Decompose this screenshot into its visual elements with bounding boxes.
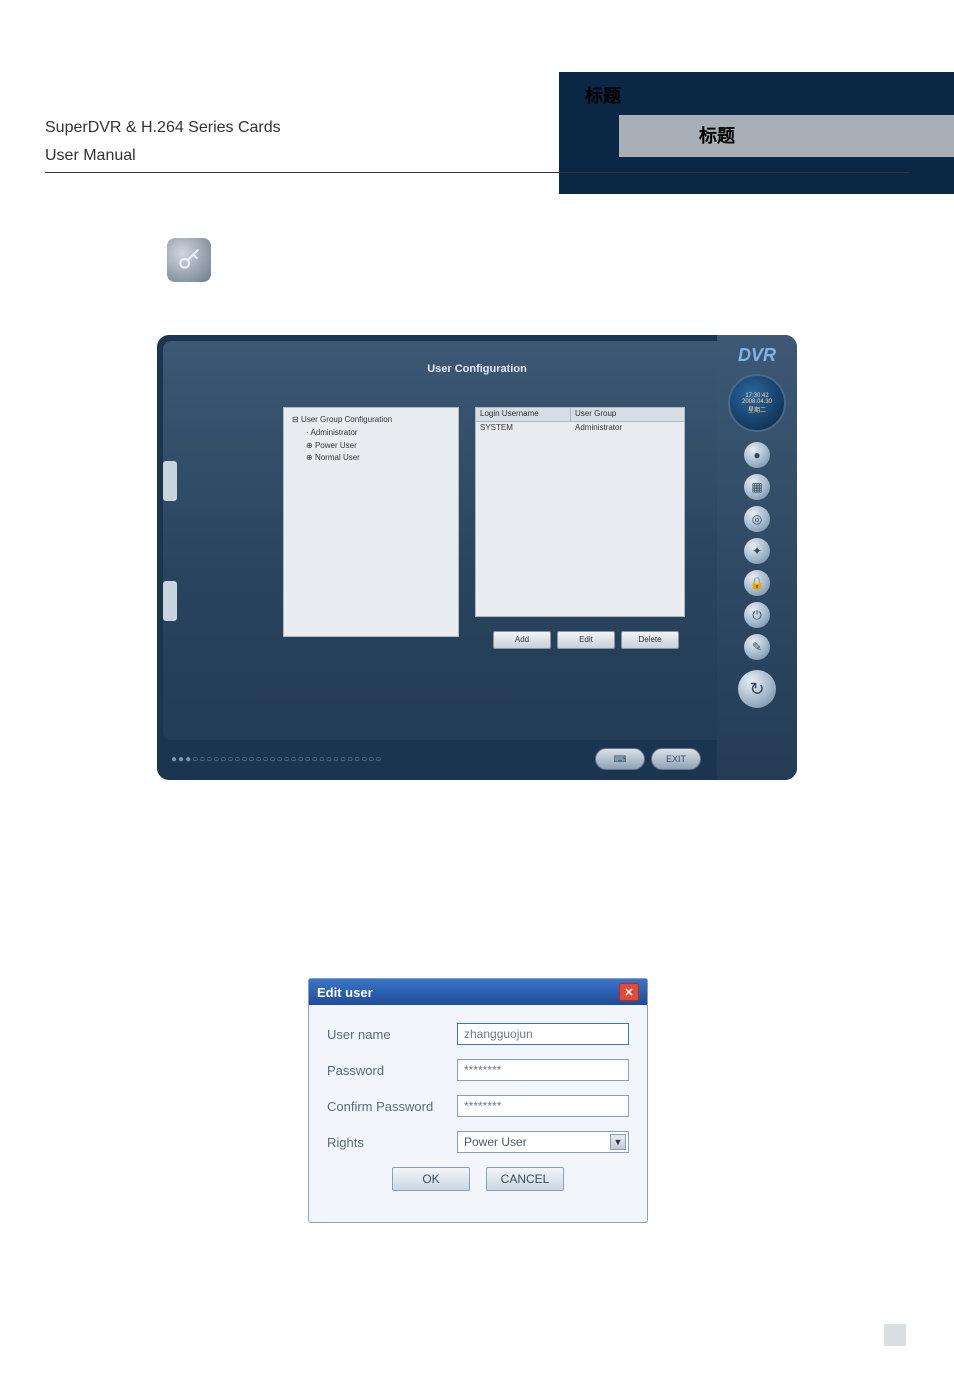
table-header-group[interactable]: User Group (571, 408, 684, 421)
label-password: Password (327, 1063, 457, 1078)
close-icon: ✕ (624, 986, 633, 999)
panel-title: User Configuration (163, 363, 791, 375)
power-icon[interactable]: ⏻ (744, 602, 770, 628)
dialog-titlebar[interactable]: Edit user ✕ (309, 979, 647, 1005)
label-confirm-password: Confirm Password (327, 1099, 457, 1114)
keyboard-icon: ⌨ (614, 754, 627, 765)
edit-user-dialog: Edit user ✕ User name zhangguojun Passwo… (308, 978, 648, 1223)
label-rights: Rights (327, 1135, 457, 1150)
tree-item-label: Administrator (310, 428, 357, 437)
row-username: User name zhangguojun (327, 1023, 629, 1045)
cancel-button[interactable]: CANCEL (486, 1167, 564, 1191)
user-config-window: User Configuration ⊟ User Group Configur… (157, 335, 797, 780)
tree-item-normal[interactable]: ⊕ Normal User (292, 452, 450, 465)
right-control-strip: DVR 17:30:42 2008.04.30 星期二 ● ▦ ◎ ✦ 🔒 ⏻ … (717, 335, 797, 780)
playback-icon[interactable]: ▦ (744, 474, 770, 500)
dvr-logo: DVR (738, 345, 776, 366)
page-number-placeholder (884, 1324, 906, 1346)
dialog-title: Edit user (317, 985, 373, 1000)
dialog-body: User name zhangguojun Password ******** … (309, 1005, 647, 1199)
close-button[interactable]: ✕ (619, 983, 639, 1001)
confirm-value: ******** (464, 1099, 501, 1113)
bottom-button-group: ⌨ EXIT (595, 748, 701, 770)
header-light-bar (619, 115, 954, 157)
header-placeholder-2: 标题 (699, 122, 735, 148)
tool-icon[interactable]: ✎ (744, 634, 770, 660)
user-config-body: User Configuration ⊟ User Group Configur… (163, 341, 791, 740)
header-placeholder-1: 标题 (585, 82, 621, 108)
table-row[interactable]: SYSTEM Administrator (476, 422, 684, 436)
password-input[interactable]: ******** (457, 1059, 629, 1081)
ok-button[interactable]: OK (392, 1167, 470, 1191)
row-password: Password ******** (327, 1059, 629, 1081)
username-input[interactable]: zhangguojun (457, 1023, 629, 1045)
confirm-password-input[interactable]: ******** (457, 1095, 629, 1117)
channel-indicator-dots: ●●●○○○○○○○○○○○○○○○○○○○○○○○○○○○ (171, 754, 382, 765)
tree-item-power[interactable]: ⊕ Power User (292, 440, 450, 453)
user-group-tree[interactable]: ⊟ User Group Configuration · Administrat… (283, 407, 459, 637)
config-icon[interactable]: ◎ (744, 506, 770, 532)
bottom-bar: ●●●○○○○○○○○○○○○○○○○○○○○○○○○○○○ ⌨ EXIT (163, 744, 709, 774)
user-table: Login Username User Group SYSTEM Adminis… (475, 407, 685, 617)
row-rights: Rights Power User ▼ (327, 1131, 629, 1153)
row-confirm: Confirm Password ******** (327, 1095, 629, 1117)
doc-title: SuperDVR & H.264 Series Cards (45, 119, 281, 137)
chevron-down-icon[interactable]: ▼ (610, 1134, 626, 1150)
side-icons-column: ● ▦ ◎ ✦ 🔒 ⏻ ✎ ↻ (738, 442, 776, 708)
tree-item-admin[interactable]: · Administrator (292, 427, 450, 440)
rights-selected-value: Power User (464, 1135, 527, 1149)
tree-item-label: Power User (315, 441, 357, 450)
header-divider (45, 172, 909, 173)
exit-capsule-button[interactable]: EXIT (651, 748, 701, 770)
rights-select[interactable]: Power User ▼ (457, 1131, 629, 1153)
table-header-row: Login Username User Group (476, 408, 684, 422)
dialog-button-row: OK CANCEL (327, 1167, 629, 1191)
record-icon[interactable]: ● (744, 442, 770, 468)
clock: 17:30:42 2008.04.30 星期二 (728, 374, 786, 432)
key-icon (167, 238, 211, 282)
lock-icon[interactable]: 🔒 (744, 570, 770, 596)
table-header-login[interactable]: Login Username (476, 408, 571, 421)
table-cell-login: SYSTEM (476, 422, 571, 436)
ptz-icon[interactable]: ✦ (744, 538, 770, 564)
add-button[interactable]: Add (493, 631, 551, 649)
clock-day: 星期二 (748, 405, 766, 414)
doc-subtitle: User Manual (45, 147, 136, 165)
ok-capsule-button[interactable]: ⌨ (595, 748, 645, 770)
label-username: User name (327, 1027, 457, 1042)
table-button-row: Add Edit Delete (493, 631, 679, 649)
table-cell-group: Administrator (571, 422, 684, 436)
delete-button[interactable]: Delete (621, 631, 679, 649)
left-rail-handle-1 (163, 461, 177, 501)
left-rail-handle-2 (163, 581, 177, 621)
edit-button[interactable]: Edit (557, 631, 615, 649)
password-value: ******** (464, 1063, 501, 1077)
refresh-icon[interactable]: ↻ (738, 670, 776, 708)
tree-item-label: Normal User (315, 453, 360, 462)
username-value: zhangguojun (464, 1027, 533, 1041)
tree-root[interactable]: ⊟ User Group Configuration (292, 414, 450, 427)
tree-root-label: User Group Configuration (301, 415, 392, 424)
